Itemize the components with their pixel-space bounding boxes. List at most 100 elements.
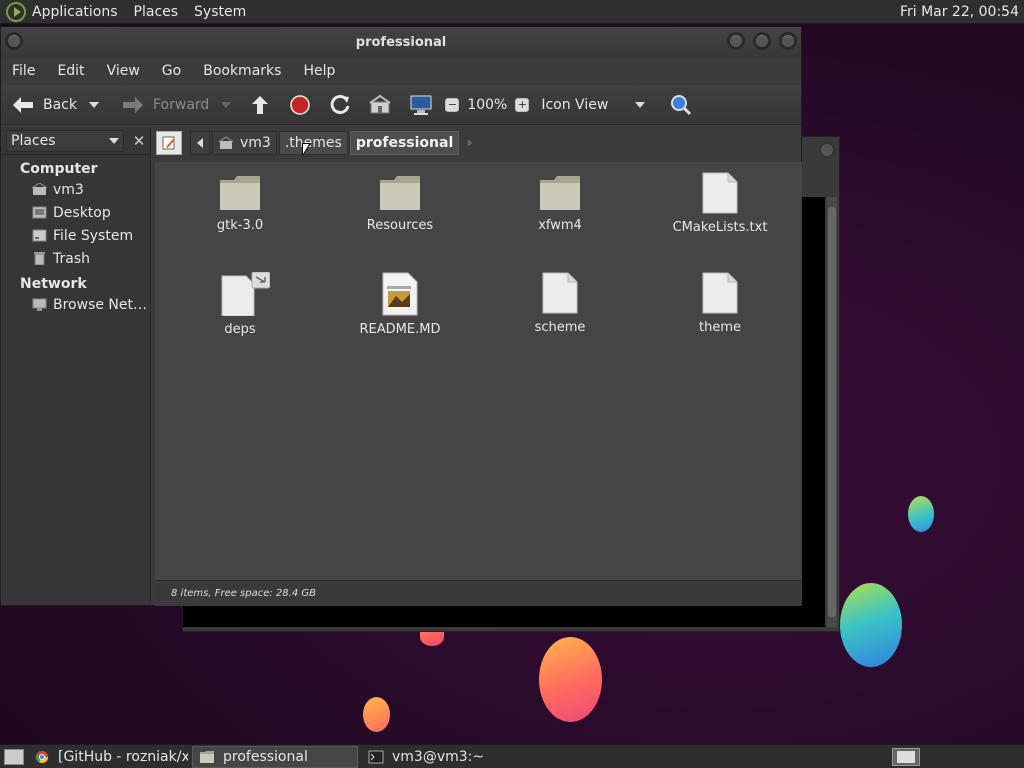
file-item-deps[interactable]: deps: [160, 272, 320, 337]
image-file-icon: [382, 272, 418, 316]
reload-button[interactable]: [323, 85, 357, 124]
menu-view[interactable]: View: [96, 63, 151, 79]
home-icon: [32, 183, 47, 195]
search-button[interactable]: [663, 85, 699, 124]
file-item-scheme[interactable]: scheme: [480, 272, 640, 335]
sidebar-section-computer: Computer: [20, 161, 98, 177]
menu-help[interactable]: Help: [292, 63, 346, 79]
menu-go[interactable]: Go: [151, 63, 192, 79]
mouse-cursor: [302, 143, 311, 157]
view-mode-select[interactable]: Icon View: [541, 97, 629, 113]
text-file-icon: [702, 172, 738, 214]
window-menu-button[interactable]: [5, 32, 23, 50]
maximize-button[interactable]: [753, 32, 771, 50]
file-item-resources[interactable]: Resources: [320, 174, 480, 233]
computer-button[interactable]: [403, 85, 439, 124]
minimize-button[interactable]: [727, 32, 745, 50]
desktop-icon: [32, 206, 47, 219]
folder-icon: [540, 176, 580, 210]
up-button[interactable]: [243, 85, 277, 124]
folder-icon: [200, 750, 214, 763]
applications-menu[interactable]: Applications: [32, 4, 126, 20]
desktop-ball: [363, 697, 390, 732]
mint-logo-icon[interactable]: [6, 1, 26, 22]
show-desktop-button[interactable]: [4, 748, 24, 765]
path-segment-professional[interactable]: professional: [349, 131, 460, 155]
back-history-dropdown[interactable]: [89, 101, 99, 108]
scrollbar-thumb[interactable]: [828, 207, 836, 617]
up-arrow-icon: [252, 95, 269, 114]
search-icon: [671, 94, 692, 115]
window-title: professional: [355, 34, 447, 50]
file-item-xfwm4[interactable]: xfwm4: [480, 174, 640, 233]
terminal-scrollbar[interactable]: [827, 197, 837, 627]
task-terminal[interactable]: vm3@vm3:~: [362, 746, 526, 768]
side-pane: Places ✕ Computer vm3 Desktop File Syste…: [2, 127, 151, 605]
forward-history-dropdown[interactable]: [221, 101, 232, 108]
reload-icon: [331, 94, 350, 114]
path-scroll-right-button[interactable]: [461, 131, 479, 155]
terminal-icon: [368, 750, 384, 763]
menubar: File Edit View Go Bookmarks Help: [1, 57, 801, 85]
sidebar-item-browse-network[interactable]: Browse Net…: [2, 293, 150, 316]
path-segment-vm3[interactable]: vm3: [212, 131, 277, 155]
home-icon: [369, 94, 391, 113]
top-panel: Applications Places System Fri Mar 22, 0…: [0, 0, 1024, 24]
symlink-file-icon: [221, 272, 270, 316]
menu-file[interactable]: File: [1, 63, 46, 79]
icon-view[interactable]: gtk-3.0 Resources xfwm4 CMakeLists.txt d…: [155, 162, 802, 580]
task-github-browser[interactable]: [GitHub - rozniak/xf…: [28, 746, 188, 768]
toolbar: Back Forward − 100% + Icon View: [1, 85, 801, 125]
forward-arrow-icon: [123, 96, 143, 113]
zoom-level[interactable]: 100%: [467, 97, 507, 113]
side-pane-selector[interactable]: Places: [6, 129, 124, 152]
path-segment-themes[interactable]: .themes: [278, 131, 348, 155]
sidebar-section-network: Network: [20, 276, 87, 292]
home-icon: [218, 136, 234, 149]
window-titlebar[interactable]: professional: [1, 27, 801, 57]
file-icon: [702, 272, 738, 314]
file-manager-window: professional File Edit View Go Bookmarks…: [0, 26, 802, 606]
stop-icon: [290, 94, 311, 115]
file-item-readme[interactable]: README.MD: [320, 272, 480, 337]
clock[interactable]: Fri Mar 22, 00:54: [900, 4, 1019, 20]
sidebar-item-vm3[interactable]: vm3: [2, 178, 150, 201]
folder-icon: [220, 176, 260, 210]
file-item-gtk-3-0[interactable]: gtk-3.0: [160, 174, 320, 233]
chevron-left-icon: [197, 138, 203, 148]
task-professional[interactable]: professional: [192, 745, 358, 768]
system-menu[interactable]: System: [194, 4, 254, 20]
close-button[interactable]: [779, 32, 797, 50]
view-mode-dropdown[interactable]: [635, 101, 646, 108]
window-close-button[interactable]: [819, 142, 835, 158]
zoom-out-button[interactable]: −: [445, 97, 460, 112]
side-pane-header: Places ✕: [2, 127, 150, 155]
zoom-in-button[interactable]: +: [515, 97, 530, 112]
back-button[interactable]: Back: [1, 85, 83, 124]
file-icon: [542, 272, 578, 314]
menu-edit[interactable]: Edit: [46, 63, 95, 79]
places-menu[interactable]: Places: [134, 4, 187, 20]
location-edit-button[interactable]: [156, 131, 182, 155]
workspace-switcher[interactable]: [892, 747, 920, 766]
taskbar: [GitHub - rozniak/xf… professional vm3@v…: [0, 744, 1024, 768]
chevron-down-icon: [109, 137, 119, 144]
chrome-icon: [35, 750, 49, 763]
forward-button[interactable]: Forward: [115, 85, 215, 124]
home-button[interactable]: [363, 85, 397, 124]
sidebar-item-desktop[interactable]: Desktop: [2, 201, 150, 224]
network-icon: [32, 298, 47, 311]
status-bar: 8 items, Free space: 28.4 GB: [155, 580, 802, 606]
menu-bookmarks[interactable]: Bookmarks: [192, 63, 292, 79]
file-item-cmakelists[interactable]: CMakeLists.txt: [640, 172, 800, 235]
sidebar-item-file-system[interactable]: File System: [2, 224, 150, 247]
status-text: 8 items, Free space: 28.4 GB: [171, 588, 316, 599]
file-item-theme[interactable]: theme: [640, 272, 800, 335]
folder-icon: [380, 176, 420, 210]
stop-button[interactable]: [283, 85, 317, 124]
path-scroll-left-button[interactable]: [190, 131, 210, 155]
sidebar-item-trash[interactable]: Trash: [2, 247, 150, 270]
close-icon[interactable]: ✕: [128, 130, 150, 152]
desktop-ball: [908, 496, 934, 532]
chevron-right-icon: [468, 139, 473, 147]
